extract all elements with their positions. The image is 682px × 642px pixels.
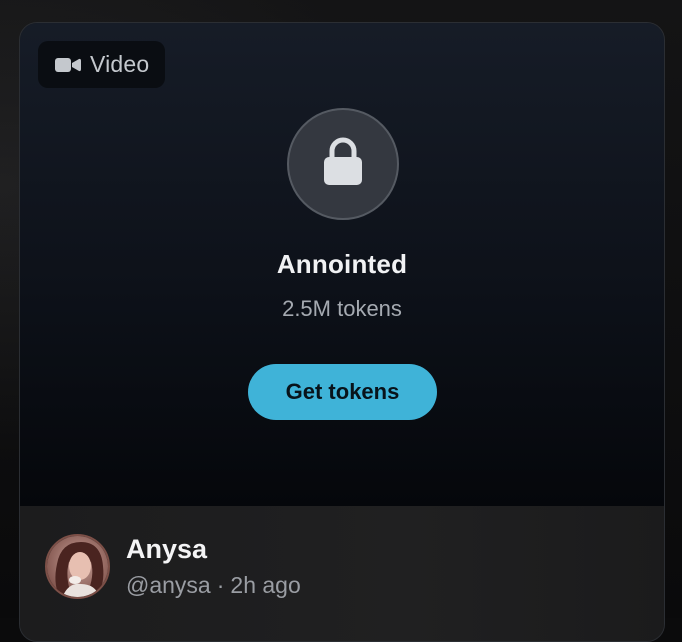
- avatar[interactable]: [45, 534, 110, 599]
- locked-media: Video Annointed 2.5M tokens Get tokens: [20, 23, 664, 506]
- get-tokens-button[interactable]: Get tokens: [248, 364, 437, 420]
- token-price: 2.5M tokens: [20, 296, 664, 322]
- lock-badge: [287, 108, 399, 220]
- media-type-label: Video: [90, 51, 149, 78]
- author-name[interactable]: Anysa: [126, 534, 207, 565]
- author-meta: @anysa·2h ago: [126, 572, 301, 599]
- video-camera-icon: [55, 56, 81, 74]
- lock-icon: [322, 137, 364, 192]
- post-time: 2h ago: [230, 572, 300, 598]
- post-card: Video Annointed 2.5M tokens Get tokens: [19, 22, 665, 642]
- meta-separator: ·: [217, 572, 225, 598]
- post-title: Annointed: [20, 249, 664, 280]
- author-handle[interactable]: @anysa: [126, 572, 211, 598]
- post-footer: Anysa @anysa·2h ago: [20, 506, 664, 642]
- media-type-badge: Video: [38, 41, 165, 88]
